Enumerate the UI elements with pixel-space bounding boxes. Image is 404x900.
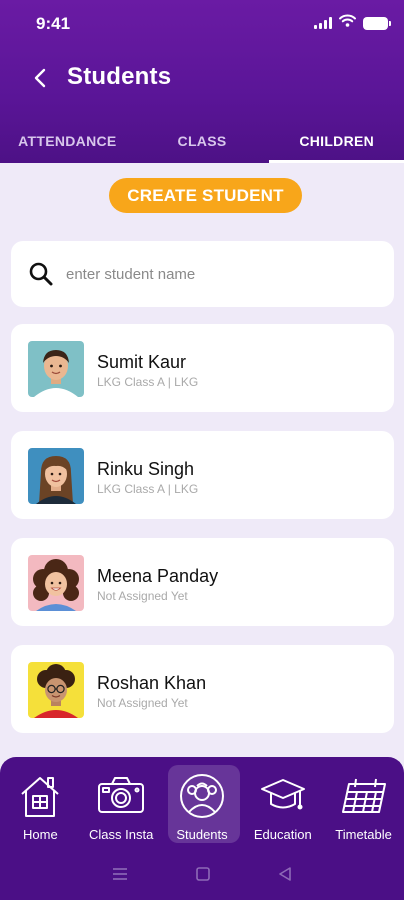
nav-home[interactable]: Home <box>0 765 81 849</box>
search-bar <box>11 241 394 307</box>
camera-icon <box>97 771 145 821</box>
nav-label: Home <box>23 827 58 842</box>
student-card[interactable]: Sumit Kaur LKG Class A | LKG <box>11 324 394 412</box>
student-name: Roshan Khan <box>97 673 207 693</box>
student-avatar <box>28 662 84 718</box>
tab-class[interactable]: CLASS <box>135 118 270 163</box>
student-card[interactable]: Rinku Singh LKG Class A | LKG <box>11 431 394 519</box>
student-name: Sumit Kaur <box>97 352 187 372</box>
nav-education[interactable]: Education <box>242 765 323 849</box>
tab-bar: ATTENDANCE CLASS CHILDREN <box>0 118 404 163</box>
student-class: Not Assigned Yet <box>97 589 188 603</box>
student-class: LKG Class A | LKG <box>97 482 199 496</box>
app-header: 9:41 Students ATTENDANCE CLASS CHILDREN <box>0 0 404 163</box>
chevron-left-icon <box>34 68 46 88</box>
calendar-icon <box>340 771 388 821</box>
student-avatar <box>28 448 84 504</box>
student-name: Rinku Singh <box>97 459 195 479</box>
student-card[interactable]: Meena Panday Not Assigned Yet <box>11 538 394 626</box>
page-title: Students <box>67 63 172 90</box>
status-time: 9:41 <box>36 14 71 33</box>
graduation-cap-icon <box>259 771 307 821</box>
signal-icon <box>314 17 332 29</box>
nav-students[interactable]: Students <box>162 765 243 849</box>
bottom-navigation: Home Class Insta Students Education Time… <box>0 757 404 900</box>
system-navigation-bar <box>0 852 404 900</box>
search-input[interactable] <box>66 265 366 283</box>
back-button[interactable] <box>28 64 52 92</box>
create-student-button[interactable]: CREATE STUDENT <box>109 178 302 213</box>
nav-label: Timetable <box>335 827 392 842</box>
student-class: LKG Class A | LKG <box>97 375 199 389</box>
student-class: Not Assigned Yet <box>97 696 188 710</box>
tab-children[interactable]: CHILDREN <box>269 118 404 163</box>
nav-label: Education <box>253 827 312 842</box>
nav-label: Class Insta <box>89 827 154 842</box>
tab-attendance[interactable]: ATTENDANCE <box>0 118 135 163</box>
nav-label: Students <box>176 827 228 842</box>
nav-timetable[interactable]: Timetable <box>323 765 404 849</box>
student-name: Meena Panday <box>97 566 219 586</box>
back-triangle-icon[interactable] <box>278 866 292 886</box>
menu-icon[interactable] <box>112 867 128 886</box>
student-avatar <box>28 341 84 397</box>
search-icon[interactable] <box>28 261 54 287</box>
student-avatar <box>28 555 84 611</box>
nav-class-insta[interactable]: Class Insta <box>81 765 162 849</box>
students-icon <box>178 771 226 821</box>
battery-icon <box>363 16 391 30</box>
status-bar: 9:41 <box>0 0 404 48</box>
student-card[interactable]: Roshan Khan Not Assigned Yet <box>11 645 394 733</box>
status-icons <box>314 14 391 32</box>
wifi-icon <box>339 14 356 32</box>
home-square-icon[interactable] <box>196 866 210 886</box>
home-icon <box>16 771 64 821</box>
